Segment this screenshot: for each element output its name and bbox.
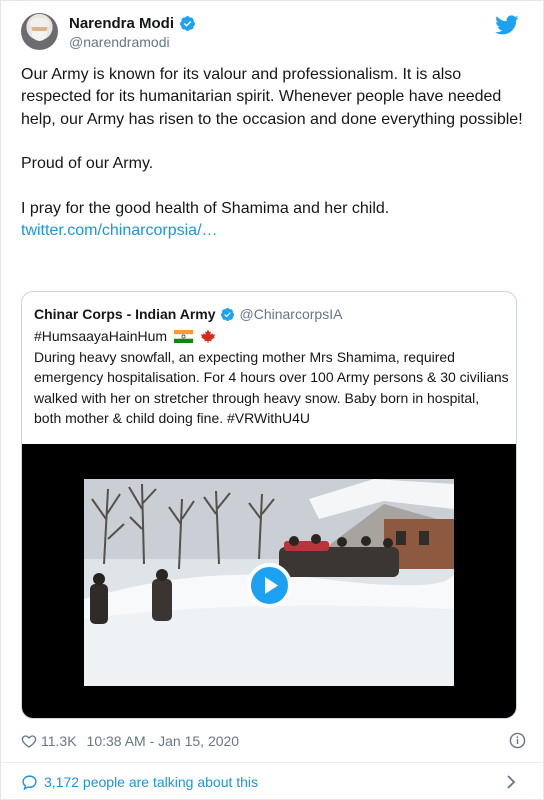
play-button[interactable] bbox=[247, 563, 292, 608]
quoted-body: During heavy snowfall, an expecting moth… bbox=[34, 348, 509, 427]
tweet-text: Our Army is known for its valour and pro… bbox=[21, 64, 526, 242]
author-name-row[interactable]: Narendra Modi bbox=[69, 13, 196, 33]
india-flag-icon bbox=[173, 330, 193, 343]
avatar[interactable] bbox=[21, 13, 58, 50]
video-player[interactable] bbox=[22, 444, 516, 718]
tweet-embed-card: Narendra Modi @narendramodi Our Army is … bbox=[0, 0, 544, 800]
chevron-right-icon[interactable] bbox=[504, 774, 518, 790]
quoted-tweet[interactable]: Chinar Corps - Indian Army @ChinarcorpsI… bbox=[21, 291, 517, 719]
tweet-paragraph: I pray for the good health of Shamima an… bbox=[21, 199, 390, 217]
timestamp[interactable]: 10:38 AM - Jan 15, 2020 bbox=[87, 733, 240, 749]
maple-leaf-icon bbox=[200, 329, 216, 343]
quoted-hashtag[interactable]: #HumsaayaHainHum bbox=[34, 328, 167, 344]
info-icon[interactable] bbox=[509, 732, 526, 749]
quoted-author-row[interactable]: Chinar Corps - Indian Army @ChinarcorpsI… bbox=[34, 304, 342, 324]
tweet-paragraph: Proud of our Army. bbox=[21, 155, 154, 173]
verified-badge-icon bbox=[220, 307, 234, 321]
conversation-link[interactable]: 3,172 people are talking about this bbox=[21, 772, 526, 792]
divider bbox=[1, 762, 543, 763]
heart-icon[interactable] bbox=[21, 733, 37, 749]
quoted-handle[interactable]: @ChinarcorpsIA bbox=[240, 306, 343, 322]
like-count[interactable]: 11.3K bbox=[41, 733, 77, 749]
quoted-display-name[interactable]: Chinar Corps - Indian Army bbox=[34, 306, 216, 322]
verified-badge-icon bbox=[180, 15, 195, 31]
conversation-count[interactable]: 3,172 people are talking about this bbox=[44, 774, 258, 790]
author-display-name[interactable]: Narendra Modi bbox=[69, 15, 174, 32]
tweet-link[interactable]: twitter.com/chinarcorpsia/… bbox=[21, 222, 218, 239]
play-icon bbox=[265, 577, 278, 594]
comment-bubble-icon bbox=[22, 774, 37, 790]
author-handle[interactable]: @narendramodi bbox=[69, 34, 170, 50]
tweet-meta-row: 11.3K 10:38 AM - Jan 15, 2020 bbox=[21, 731, 526, 751]
quoted-text: #HumsaayaHainHum During heavy snowfall, … bbox=[34, 326, 509, 429]
twitter-bird-icon[interactable] bbox=[495, 13, 519, 37]
tweet-paragraph: Our Army is known for its valour and pro… bbox=[21, 66, 523, 128]
